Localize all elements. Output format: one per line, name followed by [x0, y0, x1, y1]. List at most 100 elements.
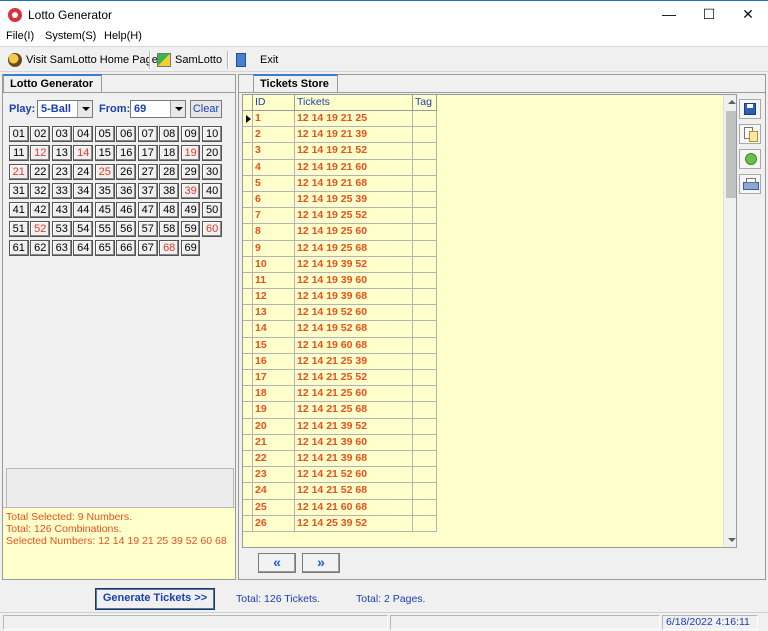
row-indicator[interactable] — [243, 191, 253, 209]
cell-tag[interactable] — [413, 515, 437, 532]
column-header-id[interactable]: ID — [253, 95, 295, 111]
cell-id[interactable]: 21 — [253, 434, 295, 451]
row-indicator[interactable] — [243, 353, 253, 370]
table-row[interactable]: 21 12 14 21 39 60 — [243, 434, 437, 451]
row-indicator[interactable] — [243, 450, 253, 468]
number-button[interactable]: 26 — [116, 164, 137, 180]
cell-tag[interactable] — [413, 175, 437, 192]
cell-tag[interactable] — [413, 450, 437, 468]
number-button[interactable]: 68 — [159, 240, 179, 256]
row-indicator[interactable] — [243, 370, 253, 387]
cell-tag[interactable] — [413, 483, 437, 500]
number-button[interactable]: 62 — [30, 240, 51, 256]
number-button[interactable]: 31 — [9, 183, 29, 199]
cell-tag[interactable] — [413, 499, 437, 516]
row-indicator[interactable] — [243, 467, 253, 484]
number-button[interactable]: 53 — [51, 221, 72, 237]
cell-id[interactable]: 6 — [253, 191, 295, 209]
number-button[interactable]: 25 — [94, 164, 115, 180]
cell-ticket[interactable]: 12 14 19 21 68 — [295, 175, 413, 192]
number-button[interactable]: 09 — [180, 126, 201, 142]
number-button[interactable]: 02 — [30, 126, 51, 142]
cell-ticket[interactable]: 12 14 19 25 52 — [295, 208, 413, 225]
number-button[interactable]: 32 — [30, 183, 51, 199]
cell-ticket[interactable]: 12 14 21 39 52 — [295, 418, 413, 435]
cell-ticket[interactable]: 12 14 19 25 68 — [295, 240, 413, 257]
cell-ticket[interactable]: 12 14 19 21 60 — [295, 159, 413, 176]
chevron-down-icon[interactable] — [170, 101, 185, 117]
cell-tag[interactable] — [413, 402, 437, 419]
number-button[interactable]: 39 — [180, 183, 201, 199]
current-row-indicator-icon[interactable] — [243, 111, 253, 128]
exit-button[interactable]: Exit — [236, 50, 278, 70]
number-button[interactable]: 29 — [180, 164, 201, 180]
number-button[interactable]: 15 — [94, 145, 115, 161]
cell-ticket[interactable]: 12 14 21 60 68 — [295, 499, 413, 516]
number-button[interactable]: 64 — [73, 240, 94, 256]
cell-ticket[interactable]: 12 14 21 52 60 — [295, 467, 413, 484]
number-button[interactable]: 69 — [180, 240, 201, 256]
row-indicator[interactable] — [243, 386, 253, 403]
number-button[interactable]: 57 — [137, 221, 158, 237]
cell-id[interactable]: 22 — [253, 450, 295, 468]
cell-id[interactable]: 23 — [253, 467, 295, 484]
cell-tag[interactable] — [413, 159, 437, 176]
number-button[interactable]: 38 — [159, 183, 179, 199]
table-row[interactable]: 19 12 14 21 25 68 — [243, 402, 437, 419]
row-indicator[interactable] — [243, 321, 253, 338]
cell-id[interactable]: 26 — [253, 515, 295, 532]
table-row[interactable]: 18 12 14 21 25 60 — [243, 386, 437, 403]
samlotto-button[interactable]: SamLotto — [157, 50, 222, 70]
number-button[interactable]: 34 — [73, 183, 94, 199]
print-icon[interactable] — [739, 174, 761, 194]
vertical-scrollbar[interactable] — [723, 95, 736, 547]
cell-tag[interactable] — [413, 467, 437, 484]
cell-tag[interactable] — [413, 208, 437, 225]
scroll-down-icon[interactable] — [728, 538, 736, 542]
number-button[interactable]: 16 — [116, 145, 137, 161]
cell-tag[interactable] — [413, 321, 437, 338]
number-button[interactable]: 27 — [137, 164, 158, 180]
number-button[interactable]: 50 — [202, 202, 222, 218]
menu-file[interactable]: File(I) — [6, 30, 34, 42]
number-button[interactable]: 43 — [51, 202, 72, 218]
cell-tag[interactable] — [413, 224, 437, 241]
cell-tag[interactable] — [413, 191, 437, 209]
cell-id[interactable]: 20 — [253, 418, 295, 435]
number-button[interactable]: 47 — [137, 202, 158, 218]
cell-id[interactable]: 9 — [253, 240, 295, 257]
cell-id[interactable]: 17 — [253, 370, 295, 387]
cell-tag[interactable] — [413, 143, 437, 160]
table-row[interactable]: 6 12 14 19 25 39 — [243, 191, 437, 209]
table-row[interactable]: 12 12 14 19 39 68 — [243, 289, 437, 306]
menu-help[interactable]: Help(H) — [104, 30, 142, 42]
table-row[interactable]: 23 12 14 21 52 60 — [243, 467, 437, 484]
table-row[interactable]: 11 12 14 19 39 60 — [243, 272, 437, 290]
cell-ticket[interactable]: 12 14 19 39 60 — [295, 272, 413, 290]
cell-id[interactable]: 4 — [253, 159, 295, 176]
cell-tag[interactable] — [413, 256, 437, 273]
next-page-button[interactable]: » — [302, 553, 340, 573]
table-row[interactable]: 26 12 14 25 39 52 — [243, 515, 437, 532]
cell-id[interactable]: 15 — [253, 337, 295, 354]
close-button[interactable]: ✕ — [725, 1, 768, 28]
cell-tag[interactable] — [413, 305, 437, 322]
cell-ticket[interactable]: 12 14 19 52 68 — [295, 321, 413, 338]
cell-ticket[interactable]: 12 14 25 39 52 — [295, 515, 413, 532]
table-row[interactable]: 24 12 14 21 52 68 — [243, 483, 437, 500]
row-indicator[interactable] — [243, 289, 253, 306]
from-select[interactable]: 69 — [130, 100, 186, 118]
row-indicator[interactable] — [243, 256, 253, 273]
number-button[interactable]: 63 — [51, 240, 72, 256]
row-indicator[interactable] — [243, 483, 253, 500]
cell-id[interactable]: 8 — [253, 224, 295, 241]
cell-id[interactable]: 14 — [253, 321, 295, 338]
cell-tag[interactable] — [413, 353, 437, 370]
play-select[interactable]: 5-Ball — [37, 100, 93, 118]
number-button[interactable]: 07 — [137, 126, 158, 142]
cell-ticket[interactable]: 12 14 19 60 68 — [295, 337, 413, 354]
cell-ticket[interactable]: 12 14 21 52 68 — [295, 483, 413, 500]
table-row[interactable]: 10 12 14 19 39 52 — [243, 256, 437, 273]
cell-tag[interactable] — [413, 240, 437, 257]
cell-tag[interactable] — [413, 434, 437, 451]
